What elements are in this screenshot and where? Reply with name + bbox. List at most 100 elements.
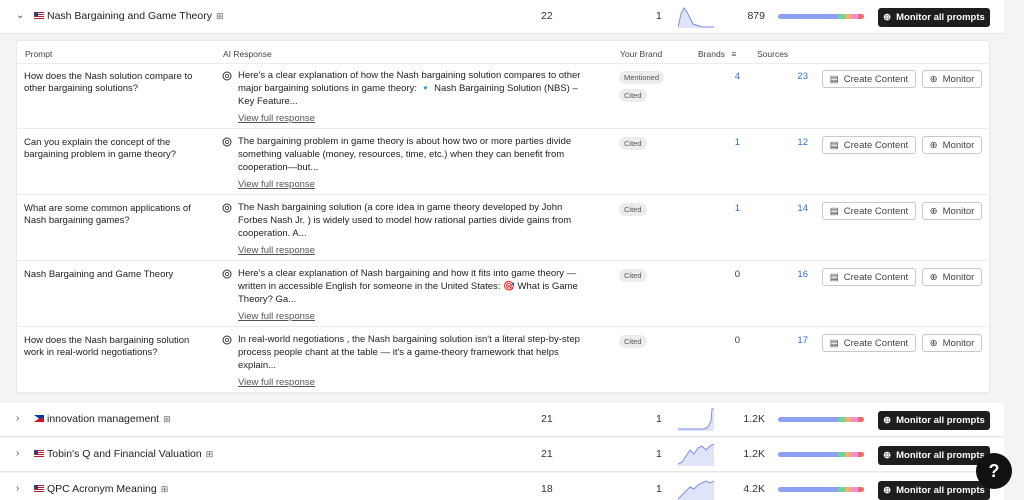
topic-row[interactable]: › QPC Acronym Meaning ⊞ 18 1 4.2K ⊕ Monit… [0,473,1004,500]
openai-icon [222,71,232,81]
help-button[interactable]: ? [976,453,1012,489]
network-icon: ⊞ [160,484,169,494]
monitor-label: Monitor [942,73,975,85]
search-icon: ⊕ [929,205,938,217]
ai-response-text: The bargaining problem in game theory is… [238,136,572,173]
prompt-row: What are some common applications of Nas… [16,195,988,261]
brand-badge: Cited [619,137,647,150]
document-icon: ▤ [829,271,839,283]
prompt-row: Can you explain the concept of the barga… [16,129,988,195]
sort-icon[interactable]: ≡ [731,49,736,59]
create-content-label: Create Content [843,73,909,85]
create-content-label: Create Content [843,139,909,151]
mentions-count: 1 [656,10,662,22]
brand-badge: Cited [619,335,647,348]
distribution-bar [778,14,864,19]
network-icon: ⊞ [216,11,224,21]
help-label: ? [988,460,1000,481]
create-content-button[interactable]: ▤ Create Content [822,70,916,88]
chevron-down-icon[interactable]: ⌄ [16,10,26,22]
monitor-button[interactable]: ⊕ Monitor [922,136,982,154]
header-sources: Sources [757,49,789,59]
view-full-response-link[interactable]: View full response [238,113,315,124]
brands-count[interactable]: 0 [720,269,740,280]
ai-response-text: Here's a clear explanation of Nash barga… [238,268,578,305]
monitor-all-prompts-button[interactable]: ⊕ Monitor all prompts [878,481,990,500]
sources-count[interactable]: 14 [788,203,808,214]
monitor-button[interactable]: ⊕ Monitor [922,334,982,352]
chevron-right-icon[interactable]: › [16,483,26,495]
brand-badge: Mentioned [619,71,665,84]
topic-row[interactable]: › innovation management ⊞ 21 1 1.2K ⊕ Mon… [0,403,1004,437]
create-content-button[interactable]: ▤ Create Content [822,268,916,286]
brands-count[interactable]: 0 [720,335,740,346]
monitor-all-prompts-button[interactable]: ⊕ Monitor all prompts [878,446,990,465]
create-content-button[interactable]: ▤ Create Content [822,202,916,220]
us-flag-icon [34,12,44,19]
search-monitor-icon: ⊕ [883,12,892,23]
monitor-button[interactable]: ⊕ Monitor [922,202,982,220]
topic-name: innovation management ⊞ [47,413,171,425]
monitor-all-label: Monitor all prompts [896,450,985,461]
visibility-value: 4.2K [743,483,765,495]
sources-count[interactable]: 17 [788,335,808,346]
prompt-text: What are some common applications of Nas… [24,203,191,226]
brands-count[interactable]: 1 [720,137,740,148]
topic-name: QPC Acronym Meaning ⊞ [47,483,168,495]
create-content-label: Create Content [843,337,909,349]
topic-name: Nash Bargaining and Game Theory ⊞ [47,10,224,22]
topic-name-text: innovation management [47,413,160,425]
sparkline [678,408,714,431]
view-full-response-link[interactable]: View full response [238,377,315,388]
view-full-response-link[interactable]: View full response [238,179,315,190]
prompt-text: How does the Nash solution compare to ot… [24,71,193,94]
prompt-row: How does the Nash bargaining solution wo… [16,327,988,393]
search-icon: ⊕ [929,73,938,85]
brands-count[interactable]: 4 [720,71,740,82]
search-monitor-icon: ⊕ [883,415,892,426]
create-content-label: Create Content [843,271,909,283]
ph-flag-icon [34,415,44,422]
document-icon: ▤ [829,205,839,217]
view-full-response-link[interactable]: View full response [238,311,315,322]
monitor-label: Monitor [942,337,975,349]
mentions-count: 1 [656,413,662,425]
distribution-bar [778,487,864,492]
header-your-brand: Your Brand [620,49,663,59]
brand-badge: Cited [619,269,647,282]
monitor-button[interactable]: ⊕ Monitor [922,268,982,286]
view-full-response-link[interactable]: View full response [238,245,315,256]
topic-name-text: Tobin's Q and Financial Valuation [47,448,202,460]
monitor-button[interactable]: ⊕ Monitor [922,70,982,88]
chevron-right-icon[interactable]: › [16,413,26,425]
visibility-value: 1.2K [743,413,765,425]
search-icon: ⊕ [929,271,938,283]
create-content-button[interactable]: ▤ Create Content [822,136,916,154]
create-content-button[interactable]: ▤ Create Content [822,334,916,352]
ai-response-text: In real-world negotiations , the Nash ba… [238,334,580,371]
header-ai-response: AI Response [223,49,272,59]
sources-count[interactable]: 16 [788,269,808,280]
topic-row[interactable]: › Tobin's Q and Financial Valuation ⊞ 21 … [0,438,1004,472]
sources-count[interactable]: 12 [788,137,808,148]
chevron-right-icon[interactable]: › [16,448,26,460]
prompt-text: Nash Bargaining and Game Theory [24,269,174,280]
monitor-all-prompts-button[interactable]: ⊕ Monitor all prompts [878,8,990,27]
network-icon: ⊞ [163,414,171,424]
monitor-all-label: Monitor all prompts [896,12,985,23]
prompt-text: Can you explain the concept of the barga… [24,137,177,160]
distribution-bar [778,417,864,422]
search-monitor-icon: ⊕ [883,485,892,496]
sources-count[interactable]: 23 [788,71,808,82]
header-prompt: Prompt [25,49,53,59]
brands-count[interactable]: 1 [720,203,740,214]
visibility-value: 1.2K [743,448,765,460]
topic-row-nash[interactable]: ⌄ Nash Bargaining and Game Theory ⊞ 22 1 … [0,0,1004,34]
monitor-all-prompts-button[interactable]: ⊕ Monitor all prompts [878,411,990,430]
topic-name: Tobin's Q and Financial Valuation ⊞ [47,448,213,460]
topic-name-text: QPC Acronym Meaning [47,483,157,495]
distribution-bar [778,452,864,457]
header-brands[interactable]: Brands ≡ [698,49,736,59]
prompts-count: 21 [541,413,553,425]
ai-response-text: The Nash bargaining solution (a core ide… [238,202,572,239]
